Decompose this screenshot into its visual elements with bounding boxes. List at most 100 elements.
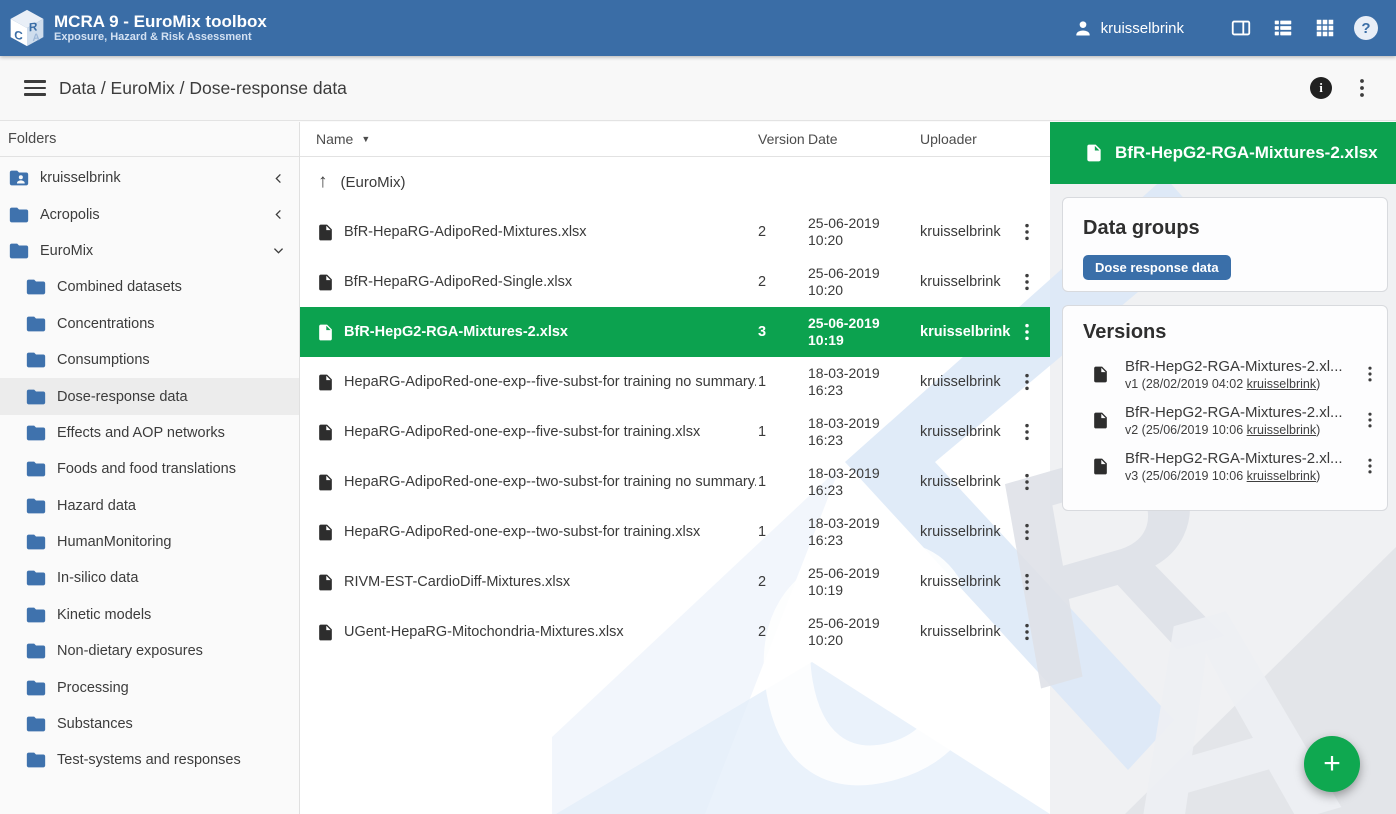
sidebar-item-concentrations[interactable]: Concentrations [0,306,299,342]
version-file-name: BfR-HepG2-RGA-Mixtures-2.xl... [1125,449,1353,468]
sidebar-item-effects-and-aop-networks[interactable]: Effects and AOP networks [0,415,299,451]
row-more-icon[interactable] [1016,321,1038,343]
table-row[interactable]: RIVM-EST-CardioDiff-Mixtures.xlsx 2 25-0… [300,557,1050,607]
version-item[interactable]: BfR-HepG2-RGA-Mixtures-2.xl... v2 (25/06… [1063,397,1387,443]
versions-title: Versions [1063,321,1387,344]
sidebar-item-label: HumanMonitoring [57,534,171,550]
file-uploader: kruisselbrink [914,324,1014,340]
file-date: 25-06-2019 [808,265,914,282]
folder-icon [25,677,47,699]
folder-icon [25,495,47,517]
table-row[interactable]: HepaRG-AdipoRed-one-exp--five-subst-for … [300,357,1050,407]
row-more-icon[interactable] [1016,471,1038,493]
sidebar-item-non-dietary-exposures[interactable]: Non-dietary exposures [0,633,299,669]
folders-sidebar: Folders kruisselbrink Acropolis EuroMix … [0,122,300,814]
info-icon[interactable]: i [1310,77,1332,99]
column-header-name[interactable]: Name ▼ [316,131,756,147]
sidebar-item-processing[interactable]: Processing [0,669,299,705]
sidebar-item-label: In-silico data [57,570,138,586]
file-version: 2 [756,224,806,240]
chevron-left-icon[interactable] [271,207,286,222]
table-row[interactable]: HepaRG-AdipoRed-one-exp--two-subst-for t… [300,507,1050,557]
sidebar-item-foods-and-food-translations[interactable]: Foods and food translations [0,451,299,487]
version-more-icon[interactable] [1360,410,1380,430]
version-item[interactable]: BfR-HepG2-RGA-Mixtures-2.xl... v3 (25/06… [1063,443,1387,489]
folder-icon [25,313,47,335]
file-version: 2 [756,574,806,590]
sidebar-item-combined-datasets[interactable]: Combined datasets [0,269,299,305]
sidebar-item-label: Consumptions [57,352,150,368]
row-more-icon[interactable] [1016,221,1038,243]
version-more-icon[interactable] [1360,456,1380,476]
file-icon [316,223,335,242]
version-more-icon[interactable] [1360,364,1380,384]
chevron-left-icon[interactable] [271,171,286,186]
row-more-icon[interactable] [1016,371,1038,393]
version-file-name: BfR-HepG2-RGA-Mixtures-2.xl... [1125,357,1353,376]
sidebar-item-substances[interactable]: Substances [0,706,299,742]
sidebar-item-kruisselbrink[interactable]: kruisselbrink [0,160,299,196]
sidebar-item-humanmonitoring[interactable]: HumanMonitoring [0,524,299,560]
add-file-button[interactable]: + [1304,736,1360,792]
file-time: 16:23 [808,482,914,499]
sidebar-item-hazard-data[interactable]: Hazard data [0,488,299,524]
column-label: Name [316,131,353,147]
sidebar-item-euromix[interactable]: EuroMix [0,233,299,269]
sidebar-item-kinetic-models[interactable]: Kinetic models [0,597,299,633]
file-version: 2 [756,274,806,290]
sidebar-item-in-silico-data[interactable]: In-silico data [0,560,299,596]
sidebar-item-acropolis[interactable]: Acropolis [0,196,299,232]
version-meta: v1 (28/02/2019 04:02 kruisselbrink) [1125,376,1353,392]
file-name: BfR-HepaRG-AdipoRed-Mixtures.xlsx [344,224,587,240]
file-icon [1091,457,1110,476]
row-more-icon[interactable] [1016,521,1038,543]
folder-icon [25,276,47,298]
version-meta: v3 (25/06/2019 10:06 kruisselbrink) [1125,468,1353,484]
window-panel-icon[interactable] [1230,17,1252,39]
apps-grid-icon[interactable] [1314,17,1336,39]
app-title: MCRA 9 - EuroMix toolbox [54,12,267,31]
person-icon [1073,18,1093,38]
file-icon [316,423,335,442]
sidebar-item-label: kruisselbrink [40,170,121,186]
breadcrumb-bar: Data / EuroMix / Dose-response data i [0,56,1396,121]
sidebar-item-consumptions[interactable]: Consumptions [0,342,299,378]
file-name: UGent-HepaRG-Mitochondria-Mixtures.xlsx [344,624,624,640]
table-row[interactable]: HepaRG-AdipoRed-one-exp--two-subst-for t… [300,457,1050,507]
sidebar-item-dose-response-data[interactable]: Dose-response data [0,378,299,414]
file-time: 10:19 [808,332,914,349]
table-row[interactable]: BfR-HepaRG-AdipoRed-Mixtures.xlsx 2 25-0… [300,207,1050,257]
version-user-link[interactable]: kruisselbrink [1247,469,1316,483]
version-user-link[interactable]: kruisselbrink [1247,377,1316,391]
table-row[interactable]: HepaRG-AdipoRed-one-exp--five-subst-for … [300,407,1050,457]
version-user-link[interactable]: kruisselbrink [1247,423,1316,437]
column-header-uploader[interactable]: Uploader [914,131,1014,147]
column-header-date[interactable]: Date [806,131,914,147]
column-header-version[interactable]: Version [756,131,806,147]
file-icon [316,623,335,642]
file-name: BfR-HepG2-RGA-Mixtures-2.xlsx [344,324,568,340]
file-time: 10:20 [808,232,914,249]
user-menu[interactable]: kruisselbrink [1073,18,1184,38]
help-icon[interactable]: ? [1354,16,1378,40]
row-more-icon[interactable] [1016,271,1038,293]
list-view-icon[interactable] [1272,17,1294,39]
row-more-icon[interactable] [1016,571,1038,593]
file-uploader: kruisselbrink [914,574,1014,590]
parent-folder-row[interactable]: ↑ (EuroMix) [300,157,1050,207]
table-row[interactable]: UGent-HepaRG-Mitochondria-Mixtures.xlsx … [300,607,1050,657]
file-date: 25-06-2019 [808,565,914,582]
menu-icon[interactable] [24,80,46,96]
file-uploader: kruisselbrink [914,224,1014,240]
chevron-down-icon[interactable] [271,243,286,258]
table-row-selected[interactable]: BfR-HepG2-RGA-Mixtures-2.xlsx 3 25-06-20… [300,307,1050,357]
version-item[interactable]: BfR-HepG2-RGA-Mixtures-2.xl... v1 (28/02… [1063,351,1387,397]
row-more-icon[interactable] [1016,421,1038,443]
sidebar-item-test-systems-and-responses[interactable]: Test-systems and responses [0,742,299,778]
table-row[interactable]: BfR-HepaRG-AdipoRed-Single.xlsx 2 25-06-… [300,257,1050,307]
page-more-icon[interactable] [1350,76,1374,100]
folder-icon [25,422,47,444]
data-groups-card: Data groups Dose response data [1062,197,1388,292]
folder-icon [25,604,47,626]
row-more-icon[interactable] [1016,621,1038,643]
